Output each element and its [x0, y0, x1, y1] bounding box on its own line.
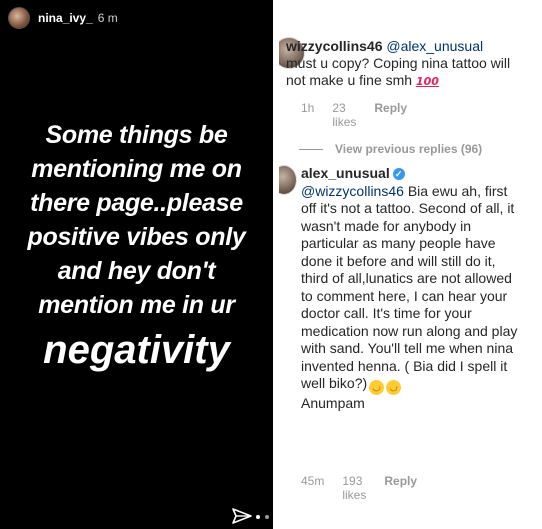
paper-plane-icon[interactable] [232, 508, 252, 529]
comment-text: Bia ewu ah, first off it's not a tattoo.… [301, 182, 518, 392]
story-line: Some things be [45, 121, 228, 149]
verified-badge-icon: ✓ [392, 168, 405, 180]
view-previous-replies-label: View previous replies (96) [335, 142, 483, 156]
comment-signoff: Anumpam [301, 395, 365, 411]
comment-mention[interactable]: @wizzycollins46 [301, 183, 404, 199]
rolling-on-floor-laughing-emoji: ◡ [384, 377, 404, 398]
hundred-points-emoji: 100 [415, 75, 439, 88]
comment-text: must u copy? Coping nina tattoo will not… [286, 55, 511, 88]
comment-username[interactable]: alex_unusual [301, 165, 390, 181]
story-time: 6 m [97, 11, 118, 25]
comments-panel: wizzycollins46 @alex_unusual must u copy… [279, 0, 542, 529]
rolling-on-floor-laughing-emoji: ◡ [367, 377, 387, 398]
story-header: nina_ivy_ 6 m [8, 6, 118, 30]
comment-likes[interactable]: 193 likes [342, 474, 366, 502]
story-line: positive vibes only [27, 223, 246, 251]
story-line: mentioning me on [31, 155, 242, 183]
divider-line [299, 148, 323, 150]
story-line: mention me in ur [38, 291, 235, 319]
story-panel: nina_ivy_ 6 m Some things be mentioning … [0, 0, 273, 529]
story-line: negativity [43, 328, 230, 372]
comment-meta: 1h 23 likes Reply [301, 101, 407, 129]
reply-button[interactable]: Reply [384, 474, 417, 502]
comment-likes[interactable]: 23 likes [332, 101, 356, 129]
story-text: Some things be mentioning me on there pa… [0, 118, 273, 376]
comment-meta: 45m 193 likes Reply [301, 474, 417, 502]
comment-time: 45m [301, 474, 325, 488]
comment-mention[interactable]: @alex_unusual [386, 38, 483, 54]
story-options-icon[interactable] [256, 515, 269, 519]
avatar[interactable] [279, 165, 297, 195]
story-line: there page..please [30, 189, 243, 217]
comment-body: wizzycollins46 @alex_unusual must u copy… [286, 38, 521, 90]
reply-button[interactable]: Reply [374, 101, 407, 129]
comment-body: alex_unusual ✓ @wizzycollins46 Bia ewu ah… [301, 165, 523, 413]
story-line: and hey don't [57, 257, 216, 285]
view-previous-replies-button[interactable]: View previous replies (96) [299, 142, 482, 156]
story-avatar[interactable] [8, 7, 30, 29]
comment-time: 1h [301, 101, 315, 115]
comment-username[interactable]: wizzycollins46 [286, 38, 382, 54]
story-username[interactable]: nina_ivy_ [38, 11, 93, 25]
